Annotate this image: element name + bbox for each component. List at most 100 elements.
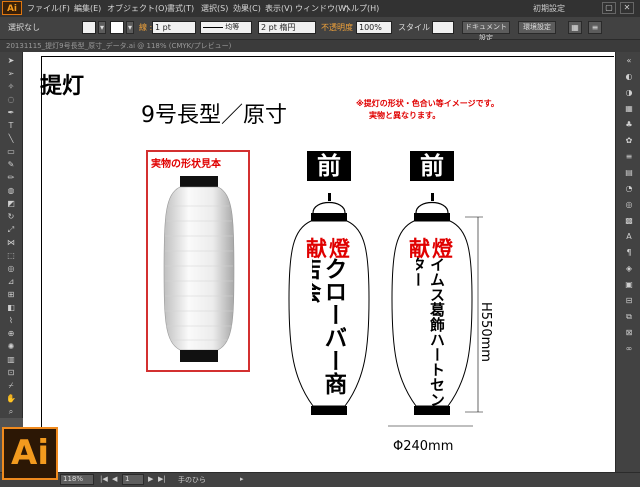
graphic-styles-panel-icon[interactable]: ▩ [624,216,634,226]
color-guide-icon[interactable]: ◑ [624,88,634,98]
tools-panel: ➤ ➢ ✧ ◌ ✒ T ╲ ▭ ✎ ✏ ◍ ◩ ↻ ⤢ ⋈ ⬚ ◎ ⊿ ⊞ ◧ … [0,52,23,418]
next-page-icon[interactable]: ▶ [148,475,153,483]
canvas[interactable]: 提灯 9号長型／原寸 ※提灯の形状・色合い等イメージです。 実物と異なります。 … [23,52,615,472]
pencil-tool-icon[interactable]: ✏ [6,173,16,182]
document-tab[interactable]: 20131115_提灯9号長型_原寸_データ.ai @ 118% (CMYK/プ… [0,40,640,52]
eraser-tool-icon[interactable]: ◩ [6,199,16,208]
page-number[interactable]: 1 [122,474,144,485]
blend-tool-icon[interactable]: ⊕ [6,329,16,338]
menu-effect[interactable]: 効果(C) [233,3,261,14]
slice-tool-icon[interactable]: ⌿ [6,381,16,390]
hand-tool-icon[interactable]: ✋ [6,394,16,403]
perspective-grid-tool-icon[interactable]: ⊿ [6,277,16,286]
column-graph-tool-icon[interactable]: ▥ [6,355,16,364]
symbol-sprayer-tool-icon[interactable]: ✺ [6,342,16,351]
menu-select[interactable]: 選択(S) [201,3,228,14]
control-bar: 選択なし ▾ ▾ 線 : 1 pt 均等 2 pt 楕円 不透明度 : 100%… [0,17,640,42]
magic-wand-tool-icon[interactable]: ✧ [6,82,16,91]
panel-menu-icon[interactable]: ≡ [588,21,602,34]
width-tool-icon[interactable]: ⋈ [6,238,16,247]
document-tab-title[interactable]: 20131115_提灯9号長型_原寸_データ.ai @ 118% (CMYK/プ… [6,41,231,51]
illustrator-logo-icon: Ai [2,427,58,480]
stroke-profile-select[interactable]: 均等 [200,21,252,34]
document-setup-button[interactable]: ドキュメント設定 [462,21,510,42]
paintbrush-tool-icon[interactable]: ✎ [6,160,16,169]
stroke-swatch[interactable] [110,21,124,34]
mesh-tool-icon[interactable]: ⊞ [6,290,16,299]
transparency-panel-icon[interactable]: ◔ [624,184,634,194]
menu-type[interactable]: 書式(T) [167,3,194,14]
align-panel-icon[interactable]: ⊟ [624,296,634,306]
sample-label: 実物の形状見本 [151,159,221,170]
opacity-input[interactable]: 100% [356,21,392,34]
collapse-icon[interactable]: « [624,56,634,66]
chevron-down-icon[interactable]: ▾ [98,21,106,34]
stroke-style-label: 均等 [225,23,240,31]
page-subtitle: 9号長型／原寸 [141,103,287,128]
menu-object[interactable]: オブジェクト(O) [107,3,168,14]
pen-tool-icon[interactable]: ✒ [6,108,16,117]
rectangle-tool-icon[interactable]: ▭ [6,147,16,156]
lantern-vertical-text: クローバー商店会 [312,257,346,395]
menu-help[interactable]: ヘルプ(H) [343,3,379,14]
layers-panel-icon[interactable]: ◈ [624,264,634,274]
symbols-panel-icon[interactable]: ✿ [624,136,634,146]
gradient-panel-icon[interactable]: ▤ [624,168,634,178]
close-icon[interactable]: ✕ [620,2,634,14]
transform-panel-icon[interactable]: ⊠ [624,328,634,338]
artboards-panel-icon[interactable]: ▣ [624,280,634,290]
status-menu-icon[interactable]: ▸ [240,475,244,483]
brushes-panel-icon[interactable]: ♣ [624,120,634,130]
appearance-panel-icon[interactable]: ◎ [624,200,634,210]
pathfinder-panel-icon[interactable]: ⧉ [624,312,634,322]
selection-tool-icon[interactable]: ➤ [6,56,16,65]
maximize-icon[interactable]: ▢ [602,2,616,14]
direct-selection-tool-icon[interactable]: ➢ [6,69,16,78]
page-title: 提灯 [40,74,85,99]
image-note-2: 実物と異なります。 [369,111,441,120]
menu-edit[interactable]: 編集(E) [74,3,101,14]
arrange-icon[interactable]: ▦ [568,21,582,34]
graphic-style-swatch[interactable] [432,21,454,34]
stroke-line-icon [203,26,223,28]
scale-tool-icon[interactable]: ⤢ [6,225,16,234]
preferences-button[interactable]: 環境設定 [518,21,556,34]
links-panel-icon[interactable]: ∞ [624,344,634,354]
zoom-tool-icon[interactable]: ⌕ [6,407,16,416]
first-page-icon[interactable]: |◀ [100,475,108,483]
gradient-tool-icon[interactable]: ◧ [6,303,16,312]
shape-builder-tool-icon[interactable]: ◎ [6,264,16,273]
last-page-icon[interactable]: ▶| [158,475,166,483]
menu-file[interactable]: ファイル(F) [27,3,70,14]
opacity-label[interactable]: 不透明度 : [321,22,358,33]
height-dimension: H550mm [478,302,493,362]
character-panel-icon[interactable]: A [624,232,634,242]
style-label: スタイル : [398,23,436,32]
stroke-weight-input[interactable]: 1 pt [152,21,196,34]
line-tool-icon[interactable]: ╲ [6,134,16,143]
artboard-tool-icon[interactable]: ⊡ [6,368,16,377]
type-tool-icon[interactable]: T [6,121,16,130]
dimension-lines [388,216,483,427]
color-panel-icon[interactable]: ◐ [624,72,634,82]
brush-select[interactable]: 2 pt 楕円 [258,21,316,34]
workspace-switcher[interactable]: 初期設定 [533,3,565,14]
paragraph-panel-icon[interactable]: ¶ [624,248,634,258]
blob-brush-tool-icon[interactable]: ◍ [6,186,16,195]
zoom-level[interactable]: 118% [60,474,94,485]
swatches-panel-icon[interactable]: ▦ [624,104,634,114]
front-label: 前 [410,151,454,181]
app-logo-icon: Ai [2,1,22,15]
fill-swatch[interactable] [82,21,96,34]
rotate-tool-icon[interactable]: ↻ [6,212,16,221]
stroke-label[interactable]: 線 : [139,22,152,33]
lasso-tool-icon[interactable]: ◌ [6,95,16,104]
eyedropper-tool-icon[interactable]: ⌇ [6,316,16,325]
menu-view[interactable]: 表示(V) [265,3,293,14]
stroke-panel-icon[interactable]: ≡ [624,152,634,162]
chevron-down-icon[interactable]: ▾ [126,21,134,34]
free-transform-tool-icon[interactable]: ⬚ [6,251,16,260]
prev-page-icon[interactable]: ◀ [112,475,117,483]
menu-window[interactable]: ウィンドウ(W) [295,3,349,14]
menu-bar: Ai ファイル(F) 編集(E) オブジェクト(O) 書式(T) 選択(S) 効… [0,0,640,17]
